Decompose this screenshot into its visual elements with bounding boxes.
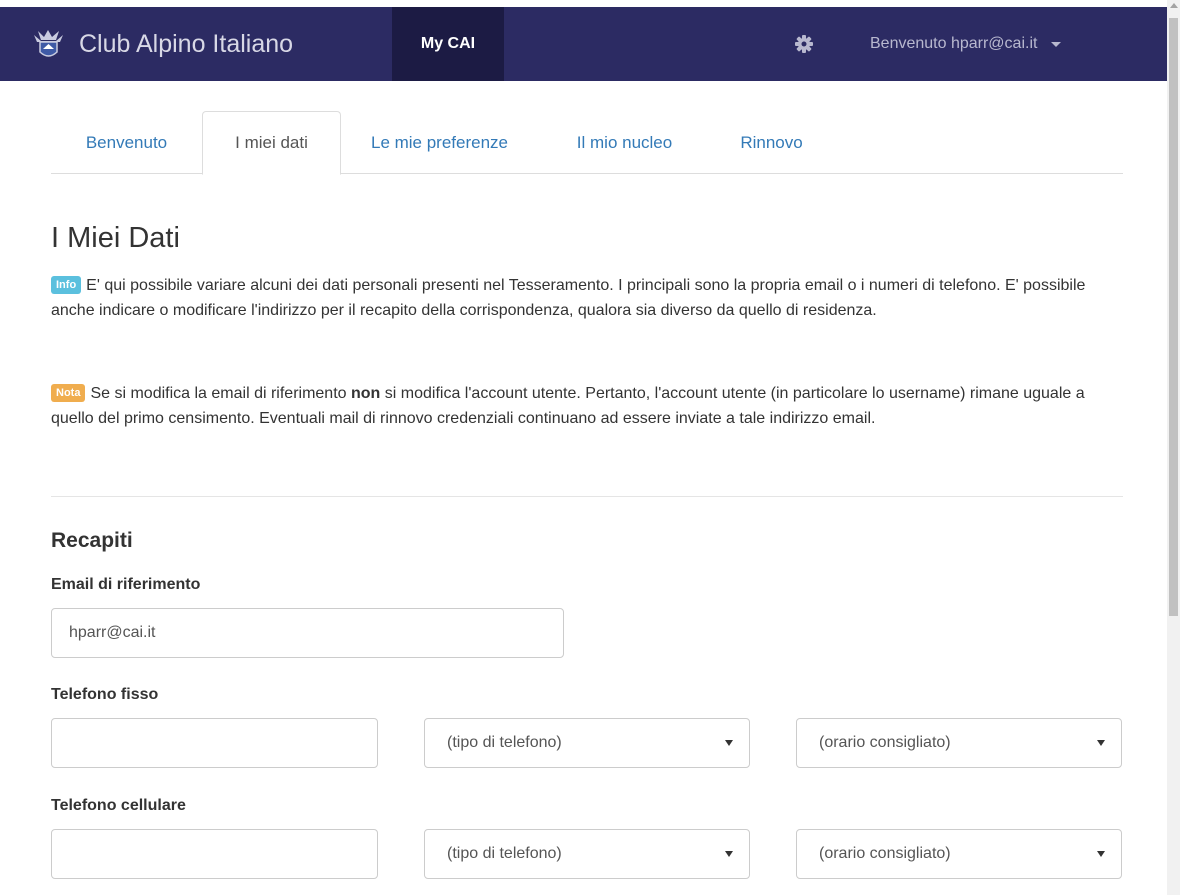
gear-icon[interactable] (794, 34, 814, 54)
user-menu[interactable]: Benvenuto hparr@cai.it (870, 7, 1062, 81)
top-navbar: Club Alpino Italiano My CAI Benvenuto hp… (0, 7, 1167, 81)
email-field[interactable]: hparr@cai.it (51, 608, 564, 658)
chevron-down-icon (725, 851, 733, 857)
section-divider (51, 496, 1123, 497)
caret-down-icon (1051, 41, 1062, 47)
email-label: Email di riferimento (51, 576, 201, 593)
note-badge: Nota (51, 384, 86, 402)
select-value: (tipo di telefono) (447, 734, 562, 751)
section-title-recapiti: Recapiti (51, 529, 133, 552)
chevron-down-icon (725, 740, 733, 746)
page-scrollbar[interactable] (1167, 0, 1180, 895)
scrollbar-thumb[interactable] (1169, 18, 1178, 616)
note-paragraph: Nota Se si modifica la email di riferimen… (51, 381, 1126, 431)
tab-rinnovo[interactable]: Rinnovo (711, 111, 832, 174)
telefono-cellulare-tipo-select[interactable]: (tipo di telefono) (424, 829, 750, 879)
telefono-cellulare-orario-select[interactable]: (orario consigliato) (796, 829, 1122, 879)
tab-i-miei-dati[interactable]: I miei dati (202, 111, 341, 175)
info-badge: Info (51, 276, 82, 294)
telefono-fisso-label: Telefono fisso (51, 686, 159, 703)
note-bold-word: non (351, 385, 381, 402)
info-text: E' qui possibile variare alcuni dei dati… (51, 277, 1086, 319)
brand-link[interactable]: Club Alpino Italiano (32, 7, 293, 81)
select-value: (orario consigliato) (819, 845, 951, 862)
brand-title: Club Alpino Italiano (79, 29, 294, 58)
chevron-down-icon (1097, 740, 1105, 746)
telefono-fisso-orario-select[interactable]: (orario consigliato) (796, 718, 1122, 768)
page-title: I Miei Dati (51, 222, 180, 254)
telefono-fisso-tipo-select[interactable]: (tipo di telefono) (424, 718, 750, 768)
select-value: (tipo di telefono) (447, 845, 562, 862)
info-paragraph: Info E' qui possibile variare alcuni dei … (51, 273, 1126, 323)
note-text-start: Se si modifica la email di riferimento (90, 385, 347, 402)
telefono-fisso-input[interactable] (51, 718, 378, 768)
cai-logo-icon (34, 30, 63, 57)
nav-my-cai[interactable]: My CAI (392, 7, 504, 81)
tab-le-mie-preferenze[interactable]: Le mie preferenze (341, 111, 538, 174)
select-value: (orario consigliato) (819, 734, 951, 751)
telefono-cellulare-input[interactable] (51, 829, 378, 879)
tab-benvenuto[interactable]: Benvenuto (51, 111, 202, 174)
user-greeting: Benvenuto hparr@cai.it (870, 35, 1038, 52)
tab-il-mio-nucleo[interactable]: Il mio nucleo (538, 111, 711, 174)
chevron-down-icon (1097, 851, 1105, 857)
scroll-up-icon[interactable] (1170, 3, 1178, 8)
telefono-cellulare-label: Telefono cellulare (51, 797, 186, 814)
profile-tabs: Benvenuto I miei dati Le mie preferenze … (51, 111, 1123, 175)
